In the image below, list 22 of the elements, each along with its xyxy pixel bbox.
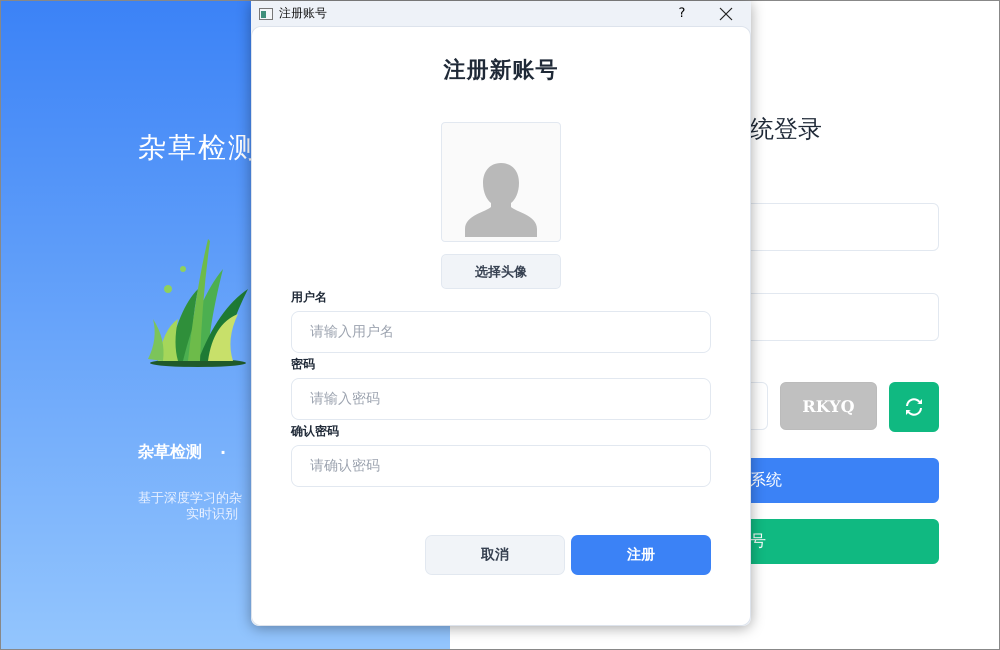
field-label: 确认密码 — [291, 423, 340, 440]
text-field[interactable]: 请输入用户名 — [291, 311, 711, 353]
close-button[interactable] — [719, 6, 733, 20]
separator-dot: · — [220, 443, 226, 462]
dialog-heading: 注册新账号 — [444, 56, 558, 85]
text-field[interactable]: 请输入密码 — [291, 378, 711, 420]
window-title: 注册账号 — [279, 5, 327, 22]
description-text: 实时识别 — [186, 507, 238, 523]
close-icon — [719, 6, 733, 20]
tagline-text: 杂草检测 — [138, 442, 202, 463]
refresh-icon — [905, 398, 923, 416]
cancel-button[interactable]: 取消 — [425, 535, 565, 575]
field-label: 用户名 — [291, 289, 328, 306]
login-title: 统登录 — [750, 114, 822, 145]
help-button[interactable]: ? — [667, 6, 697, 21]
text-field[interactable]: 请确认密码 — [291, 445, 711, 487]
app-icon — [259, 8, 273, 20]
refresh-button[interactable] — [889, 382, 939, 432]
field-label: 密码 — [291, 356, 316, 373]
choose-avatar-button[interactable]: 选择头像 — [441, 254, 561, 289]
register-button[interactable]: 注册 — [571, 535, 711, 575]
description-text: 基于深度学习的杂 — [138, 491, 242, 507]
